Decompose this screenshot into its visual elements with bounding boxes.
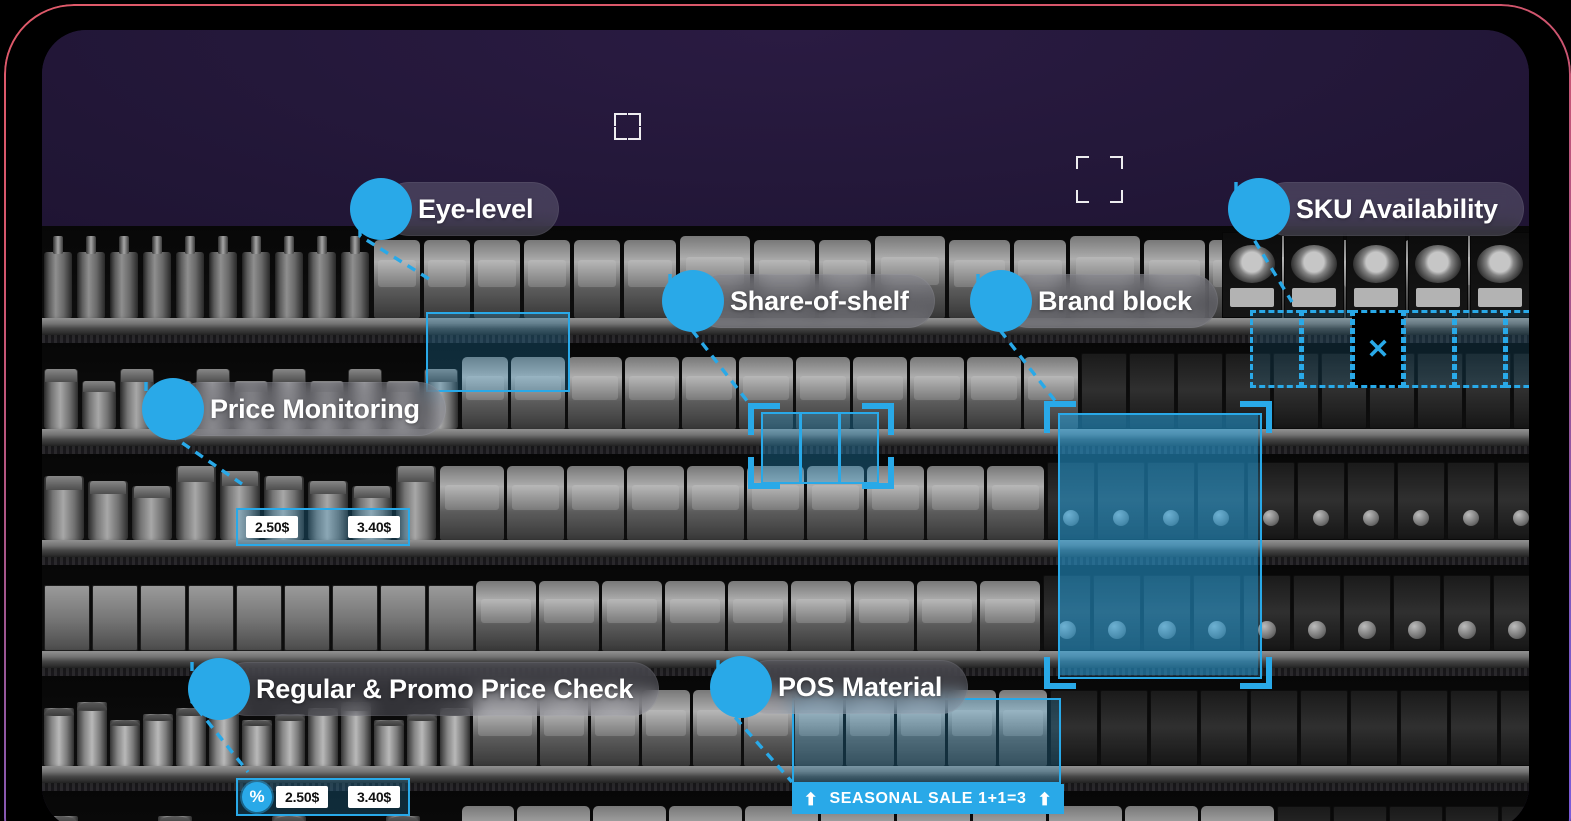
pill-body: POS Material <box>742 660 969 714</box>
pill-body: Regular & Promo Price Check <box>220 662 660 716</box>
pill-body: Brand block <box>1002 274 1218 328</box>
corner-tr <box>1240 401 1272 433</box>
pill-dot-icon <box>350 178 412 240</box>
pill-body: Share-of-shelf <box>694 274 935 328</box>
label-text: POS Material <box>778 671 943 702</box>
label-text: Regular & Promo Price Check <box>256 673 634 704</box>
label-share-of-shelf[interactable]: Share-of-shelf <box>662 270 935 332</box>
label-text: Price Monitoring <box>210 393 420 424</box>
pill-dot-icon <box>662 270 724 332</box>
label-text: Brand block <box>1038 285 1192 316</box>
price-promo-left: 2.50$ <box>276 786 329 808</box>
label-regular-promo[interactable]: Regular & Promo Price Check <box>188 658 660 720</box>
label-brand-block[interactable]: Brand block <box>970 270 1218 332</box>
price-tag-promo[interactable]: % 2.50$ 3.40$ <box>236 778 410 816</box>
screenshot-root: ✕ 2.50$ 3.40$ % 2.50$ 3.40$ ⬆ SEASONAL S… <box>0 0 1571 821</box>
pill-dot-icon <box>710 656 772 718</box>
pill-body: SKU Availability <box>1260 182 1524 236</box>
facing-3[interactable] <box>839 412 879 484</box>
up-arrow-right-icon: ⬆ <box>1037 789 1053 809</box>
pill-dot-icon <box>142 378 204 440</box>
label-text: SKU Availability <box>1296 193 1498 224</box>
sale-banner-text: SEASONAL SALE 1+1=3 <box>829 790 1027 807</box>
facing-2[interactable] <box>800 412 840 484</box>
pill-dot-icon <box>188 658 250 720</box>
price-tag-regular[interactable]: 2.50$ 3.40$ <box>236 508 410 546</box>
pill-body: Price Monitoring <box>174 382 446 436</box>
facing-1[interactable] <box>761 412 801 484</box>
label-sku-availability[interactable]: SKU Availability <box>1228 178 1524 240</box>
corner-br <box>1240 657 1272 689</box>
pill-dot-icon <box>970 270 1032 332</box>
pill-dot-icon <box>1228 178 1290 240</box>
label-text: Eye-level <box>418 193 534 224</box>
viewfinder-small-icon <box>614 113 641 140</box>
annotation-layer: ✕ 2.50$ 3.40$ % 2.50$ 3.40$ ⬆ SEASONAL S… <box>42 30 1529 821</box>
sku-slot[interactable] <box>1505 310 1529 388</box>
sku-slot[interactable] <box>1403 310 1455 388</box>
label-pos-material[interactable]: POS Material <box>710 656 969 718</box>
price-regular-right: 3.40$ <box>347 516 400 538</box>
price-promo-right: 3.40$ <box>347 786 400 808</box>
detection-brand-block[interactable] <box>1044 401 1272 689</box>
out-of-stock-x-icon: ✕ <box>1366 333 1390 364</box>
viewfinder-large-icon <box>1076 156 1123 203</box>
price-regular-left: 2.50$ <box>246 516 299 538</box>
label-price-monitoring[interactable]: Price Monitoring <box>142 378 446 440</box>
seasonal-sale-banner[interactable]: ⬆ SEASONAL SALE 1+1=3 ⬆ <box>792 784 1064 814</box>
sku-slot[interactable] <box>1301 310 1353 388</box>
sku-slot[interactable] <box>1250 310 1302 388</box>
corner-bl <box>1044 657 1076 689</box>
label-text: Share-of-shelf <box>730 285 909 316</box>
sku-slot[interactable] <box>1454 310 1506 388</box>
percent-badge-icon: % <box>239 779 275 815</box>
retail-shelf-panel: ✕ 2.50$ 3.40$ % 2.50$ 3.40$ ⬆ SEASONAL S… <box>42 30 1529 821</box>
up-arrow-left-icon: ⬆ <box>803 789 819 809</box>
corner-tl <box>1044 401 1076 433</box>
label-eye-level[interactable]: Eye-level <box>350 178 560 240</box>
sku-slot-empty[interactable]: ✕ <box>1352 310 1404 388</box>
detection-eye-level[interactable] <box>426 312 570 392</box>
